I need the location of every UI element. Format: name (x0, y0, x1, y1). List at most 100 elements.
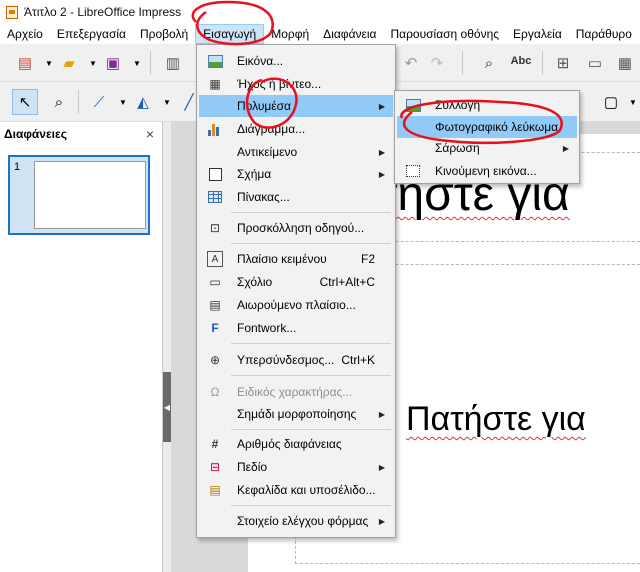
submenu-arrow-icon: ▶ (562, 143, 569, 153)
menu-item-label: Πλαίσιο κειμένου (237, 252, 327, 266)
hyperlink-icon: ⊕ (209, 353, 221, 367)
submenu-arrow-icon: ▶ (378, 409, 385, 419)
display-icon[interactable]: ▭ (582, 50, 608, 76)
menu-item-label: Σάρωση (435, 141, 480, 155)
chevron-down-icon[interactable]: ▼ (124, 50, 150, 76)
table-icon[interactable]: ▦ (612, 50, 638, 76)
menu-item-special-character: Ω Ειδικός χαρακτήρας... (199, 381, 393, 403)
menu-separator (231, 243, 391, 244)
menu-item-slide-number[interactable]: # Αριθμός διαφάνειας (199, 433, 393, 455)
zoom-icon[interactable]: ⌕ (46, 89, 72, 115)
menu-item-chart[interactable]: Διάγραμμα... (199, 118, 393, 140)
header-footer-icon: ▤ (209, 483, 221, 497)
menu-item-label: Φωτογραφικό λεύκωμα (435, 120, 559, 134)
toolbar-separator (542, 51, 543, 75)
text-box-icon: A (207, 251, 223, 267)
menu-item-label: Αιωρούμενο πλαίσιο... (237, 298, 356, 312)
menu-item-fontwork[interactable]: F Fontwork... (199, 317, 393, 339)
open-folder-icon[interactable]: ▰ (56, 50, 82, 76)
menu-item-media[interactable]: Πολυμέσα ▶ (199, 95, 393, 117)
find-replace-icon[interactable]: ⌕ (476, 50, 502, 76)
menu-tools[interactable]: Εργαλεία (506, 24, 569, 44)
menu-item-animated-image[interactable]: Κινούμενη εικόνα... (397, 160, 577, 182)
close-icon[interactable]: × (146, 126, 154, 142)
menu-item-label: Πίνακας... (237, 190, 290, 204)
select-arrow-icon[interactable]: ↖ (12, 89, 38, 115)
omega-icon: Ω (210, 385, 220, 399)
slide-thumbnail-preview (34, 161, 146, 229)
shape-icon (207, 166, 223, 182)
menu-item-image[interactable]: Εικόνα... (199, 50, 393, 72)
slide-number-icon: # (211, 437, 219, 451)
menu-item-scan[interactable]: Σάρωση ▶ (397, 137, 577, 159)
submenu-arrow-icon: ▶ (378, 169, 385, 179)
menu-item-audio-video[interactable]: ▦ Ήχος ή βίντεο... (199, 73, 393, 95)
menu-item-comment[interactable]: ▭ Σχόλιο Ctrl+Alt+C (199, 271, 393, 293)
export-icon[interactable]: ▥ (160, 50, 186, 76)
slide-thumbnail-1[interactable]: 1 (8, 155, 150, 235)
window-title: Άτιτλο 2 - LibreOffice Impress (24, 5, 182, 19)
menu-item-label: Κινούμενη εικόνα... (435, 164, 537, 178)
menu-item-hyperlink[interactable]: ⊕ Υπερσύνδεσμος... Ctrl+K (199, 349, 393, 371)
menu-item-object[interactable]: Αντικείμενο ▶ (199, 141, 393, 163)
image-icon (207, 53, 223, 69)
menu-item-formatting-mark[interactable]: Σημάδι μορφοποίησης ▶ (199, 403, 393, 425)
menu-edit[interactable]: Επεξεργασία (50, 24, 133, 44)
menu-item-floating-frame[interactable]: ▤ Αιωρούμενο πλαίσιο... (199, 294, 393, 316)
collapse-pane-handle[interactable]: ◀ (163, 372, 171, 442)
floating-frame-icon: ▤ (209, 298, 221, 312)
gallery-icon (405, 97, 421, 113)
redo-icon[interactable]: ↷ (424, 50, 450, 76)
spelling-icon[interactable]: Abc (508, 48, 534, 74)
snap-guide-icon: ⊡ (209, 221, 221, 235)
menu-separator (231, 505, 391, 506)
menu-item-label: Αριθμός διαφάνειας (237, 437, 342, 451)
menu-item-photo-album[interactable]: Φωτογραφικό λεύκωμα (397, 116, 577, 138)
menu-item-shortcut: F2 (360, 252, 375, 266)
submenu-arrow-icon: ▶ (378, 462, 385, 472)
menu-slide[interactable]: Διαφάνεια (316, 24, 383, 44)
menu-separator (231, 212, 391, 213)
menu-file[interactable]: Αρχείο (0, 24, 50, 44)
menu-item-field[interactable]: ⊟ Πεδίο ▶ (199, 456, 393, 478)
media-submenu: Συλλογή Φωτογραφικό λεύκωμα Σάρωση ▶ Κιν… (394, 90, 580, 184)
menu-bar: Αρχείο Επεξεργασία Προβολή Εισαγωγή Μορφ… (0, 24, 640, 44)
menu-view[interactable]: Προβολή (133, 24, 195, 44)
menu-format[interactable]: Μορφή (264, 24, 316, 44)
impress-app-icon (6, 5, 18, 19)
grid-icon[interactable]: ⊞ (550, 50, 576, 76)
menu-item-form-control[interactable]: Στοιχείο ελέγχου φόρμας ▶ (199, 510, 393, 532)
submenu-arrow-icon: ▶ (378, 516, 385, 526)
chart-icon (207, 121, 223, 137)
menu-window[interactable]: Παράθυρο (569, 24, 639, 44)
menu-item-table[interactable]: Πίνακας... (199, 186, 393, 208)
menu-separator (231, 375, 391, 376)
menu-item-snap-guide[interactable]: ⊡ Προσκόλληση οδηγού... (199, 217, 393, 239)
fill-color-icon[interactable]: ◭ (130, 89, 156, 115)
menu-item-label: Συλλογή (435, 98, 481, 112)
menu-item-label: Στοιχείο ελέγχου φόρμας (237, 514, 369, 528)
fontwork-icon: F (211, 321, 219, 335)
menu-item-shortcut: Ctrl+Alt+C (319, 275, 375, 289)
menu-item-gallery[interactable]: Συλλογή (397, 94, 577, 116)
menu-separator (231, 429, 391, 430)
undo-icon[interactable]: ↶ (398, 50, 424, 76)
menu-item-text-box[interactable]: A Πλαίσιο κειμένου F2 (199, 248, 393, 270)
submenu-arrow-icon: ▶ (378, 101, 385, 111)
toolbar-separator (150, 51, 151, 75)
line-color-icon[interactable]: ⟋ (86, 89, 112, 115)
new-document-icon[interactable]: ▤ (12, 50, 38, 76)
menu-slide-show[interactable]: Παρουσίαση οθόνης (383, 24, 506, 44)
menu-item-label: Πολυμέσα (237, 99, 291, 113)
chevron-down-icon[interactable]: ▼ (620, 89, 640, 115)
menu-item-label: Σχήμα (237, 167, 272, 181)
save-icon[interactable]: ▣ (100, 50, 126, 76)
toolbar-separator (462, 51, 463, 75)
menu-item-header-footer[interactable]: ▤ Κεφαλίδα και υποσέλιδο... (199, 479, 393, 501)
menu-item-shape[interactable]: Σχήμα ▶ (199, 163, 393, 185)
menu-item-label: Ειδικός χαρακτήρας... (237, 385, 353, 399)
insert-menu: Εικόνα... ▦ Ήχος ή βίντεο... Πολυμέσα ▶ … (196, 44, 396, 538)
menu-insert[interactable]: Εισαγωγή (195, 24, 265, 44)
menu-item-label: Σημάδι μορφοποίησης (237, 407, 357, 421)
menu-separator (231, 343, 391, 344)
